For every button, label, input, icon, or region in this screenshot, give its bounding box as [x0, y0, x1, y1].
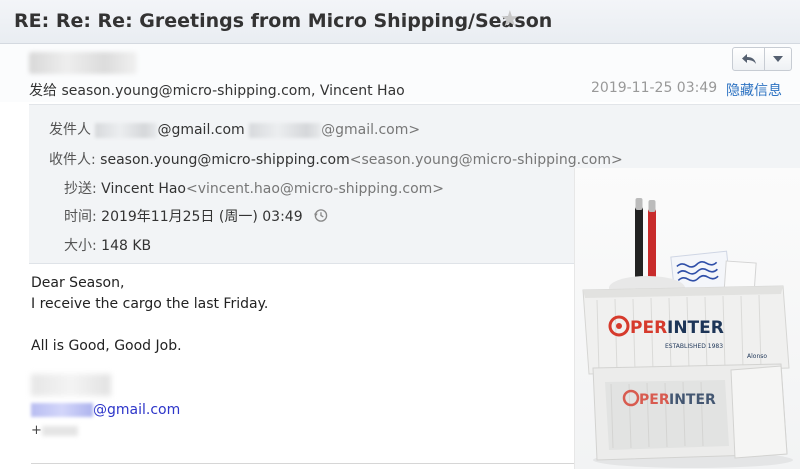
to-label: 发给 — [29, 83, 57, 99]
from-domain-bracket: @gmail.com> — [321, 122, 421, 138]
from-redacted — [95, 122, 158, 138]
detail-size-row: 大小: 148 KB — [64, 235, 151, 255]
product-photo: PER INTER ESTABLISHED 1983 Alonso PER IN… — [574, 168, 800, 469]
svg-text:PER: PER — [639, 392, 670, 408]
recipient-label: 收件人: — [49, 152, 96, 168]
cc-name[interactable]: Vincent Hao — [101, 181, 186, 197]
sender-name-redacted — [29, 52, 137, 74]
recipient-address: <season.young@micro-shipping.com> — [349, 152, 623, 168]
container-top: PER INTER ESTABLISHED 1983 Alonso — [582, 276, 790, 375]
svg-text:INTER: INTER — [667, 318, 724, 338]
body-greeting: Dear Season, — [31, 275, 125, 291]
signature-phone: + — [31, 423, 78, 438]
detail-recipient-row: 收件人: season.young@micro-shipping.com<sea… — [49, 149, 623, 169]
time-label: 时间: — [64, 209, 97, 225]
container-established-text: ESTABLISHED 1983 — [665, 343, 723, 350]
email-date: 2019-11-25 03:49 — [591, 80, 718, 96]
signature-email-domain: @gmail.com — [93, 402, 181, 418]
signature-name-redacted — [31, 374, 111, 396]
reply-button[interactable] — [733, 48, 765, 70]
body-line-2: All is Good, Good Job. — [31, 338, 182, 354]
body-line-1: I receive the cargo the last Friday. — [31, 296, 269, 312]
container-corner-text: Alonso — [747, 353, 767, 360]
size-value: 148 KB — [101, 238, 152, 254]
container-bottom: PER INTER — [592, 363, 788, 461]
reply-button-group — [732, 47, 792, 71]
container-pen-holder-image: PER INTER ESTABLISHED 1983 Alonso PER IN… — [582, 198, 793, 468]
from-label: 发件人 — [49, 122, 91, 138]
history-icon[interactable] — [313, 208, 328, 227]
chevron-down-icon — [773, 56, 783, 62]
hide-details-link[interactable]: 隐藏信息 — [726, 80, 782, 100]
size-label: 大小: — [64, 238, 97, 254]
detail-from-row: 发件人 @gmail.com @gmail.com> — [49, 119, 420, 139]
to-value: season.young@micro-shipping.com, Vincent… — [61, 83, 405, 99]
signature-phone-prefix: + — [31, 423, 42, 438]
subject-bar: RE: Re: Re: Greetings from Micro Shippin… — [0, 0, 800, 44]
to-line: 发给 season.young@micro-shipping.com, Vinc… — [29, 80, 405, 100]
detail-cc-row: 抄送: Vincent Hao<vincent.hao@micro-shippi… — [64, 178, 444, 198]
star-icon[interactable]: ★ — [500, 7, 520, 32]
time-value: 2019年11月25日 (周一) 03:49 — [101, 209, 303, 225]
signature-email-redacted — [31, 403, 93, 417]
email-subject: RE: Re: Re: Greetings from Micro Shippin… — [14, 10, 553, 32]
from-redacted-2 — [249, 122, 322, 138]
signature-email[interactable]: @gmail.com — [31, 402, 180, 418]
svg-text:INTER: INTER — [669, 392, 716, 408]
email-header: 发给 season.young@micro-shipping.com, Vinc… — [0, 44, 800, 102]
reply-icon — [741, 54, 756, 64]
recipient-name[interactable]: season.young@micro-shipping.com — [100, 152, 350, 168]
reply-dropdown-button[interactable] — [765, 48, 791, 70]
container-brand-text: PER — [630, 318, 667, 338]
signature-phone-redacted — [41, 425, 78, 436]
detail-time-row: 时间: 2019年11月25日 (周一) 03:49 — [64, 206, 328, 227]
from-domain: @gmail.com — [157, 122, 245, 138]
cc-address: <vincent.hao@micro-shipping.com> — [186, 181, 445, 197]
cc-label: 抄送: — [64, 181, 97, 197]
